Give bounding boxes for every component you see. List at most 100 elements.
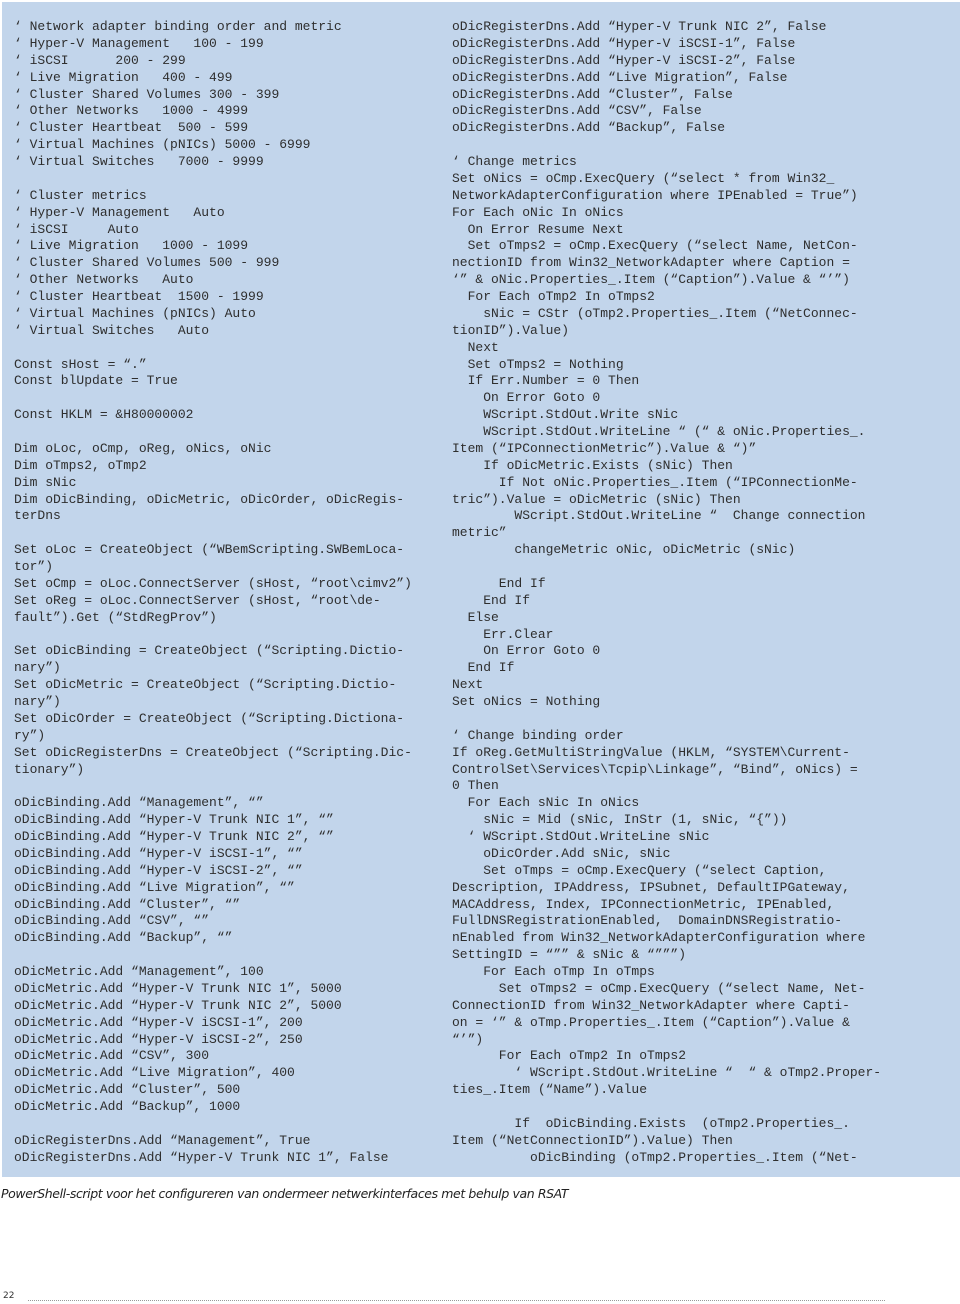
code-line: Description, IPAddress, IPSubnet, Defaul… (452, 879, 850, 895)
code-line: oDicMetric.Add “Hyper-V Trunk NIC 2”, 50… (14, 997, 342, 1013)
code-line: 0 Then (452, 778, 499, 794)
code-line: tionary”) (14, 761, 85, 777)
code-line: Next (452, 677, 484, 693)
code-line: oDicBinding.Add “Management”, “” (14, 795, 264, 811)
code-line: oDicBinding.Add “Hyper-V iSCSI-1”, “” (14, 845, 303, 861)
code-line: ‘ WScript.StdOut.WriteLine sNic (452, 829, 710, 844)
code-line: ties_.Item (“Name”).Value (452, 1082, 648, 1098)
figure-caption: PowerShell-script voor het configureren … (1, 1186, 569, 1201)
code-line: For Each oTmp2 In oTmps2 (452, 1048, 687, 1064)
code-line: oDicMetric.Add “CSV”, 300 (14, 1048, 210, 1064)
code-line: oDicMetric.Add “Backup”, 1000 (14, 1099, 241, 1114)
code-line: nary”) (14, 660, 61, 676)
code-line: oDicBinding.Add “Hyper-V iSCSI-2”, “” (14, 862, 303, 878)
code-line: Dim oLoc, oCmp, oReg, oNics, oNic (14, 440, 272, 456)
code-line: If oDicBinding.Exists (oTmp2.Properties_… (452, 1115, 850, 1131)
code-line: Const sHost = “.” (14, 356, 147, 372)
code-line: oDicRegisterDns.Add “Hyper-V iSCSI-1”, F… (452, 35, 796, 51)
code-line: ‘ Hyper-V Management Auto (14, 204, 225, 220)
code-line: Set oNics = Nothing (452, 694, 601, 709)
code-line: nectionID from Win32_NetworkAdapter wher… (452, 255, 850, 271)
code-line: oDicRegisterDns.Add “Cluster”, False (452, 86, 733, 102)
code-line: ‘ Other Networks 1000 - 4999 (14, 103, 249, 119)
code-line: ControlSet\Services\Tcpip\Linkage”, “Bin… (452, 761, 858, 777)
code-line: ‘ Hyper-V Management 100 - 199 (14, 35, 264, 51)
code-line: WScript.StdOut.Write sNic (452, 407, 679, 423)
code-line: FullDNSRegistrationEnabled, DomainDNSReg… (452, 913, 843, 929)
code-line: oDicBinding.Add “Cluster”, “” (14, 896, 241, 912)
code-line: fault”).Get (“StdRegProv”) (14, 609, 217, 625)
code-line: ‘ Cluster metrics (14, 187, 147, 203)
code-line: oDicBinding.Add “Hyper-V Trunk NIC 2”, “… (14, 829, 334, 844)
code-line: ‘ Virtual Machines (pNICs) 5000 - 6999 (14, 137, 311, 153)
code-column-left: ‘ Network adapter binding order and metr… (14, 19, 412, 1167)
code-line: oDicRegisterDns.Add “Backup”, False (452, 120, 726, 136)
code-line: oDicRegisterDns.Add “CSV”, False (452, 103, 702, 119)
code-line: Dim oDicBinding, oDicMetric, oDicOrder, … (14, 491, 405, 507)
code-line: oDicRegisterDns.Add “Hyper-V Trunk NIC 2… (452, 19, 827, 34)
code-line: ‘ Live Migration 1000 - 1099 (14, 238, 249, 254)
code-line: nEnabled from Win32_NetworkAdapterConfig… (452, 930, 866, 946)
code-line: Set oTmps2 = oCmp.ExecQuery (“select Nam… (452, 238, 858, 254)
code-line: On Error Goto 0 (452, 643, 601, 659)
code-line: ‘ iSCSI 200 - 299 (14, 52, 186, 68)
code-line: Set oDicOrder = CreateObject (“Scripting… (14, 710, 405, 726)
code-line: ‘ Live Migration 400 - 499 (14, 69, 233, 85)
code-line: Set oDicBinding = CreateObject (“Scripti… (14, 643, 405, 659)
code-line: Set oDicRegisterDns = CreateObject (“Scr… (14, 744, 412, 760)
code-line: Set oTmps = oCmp.ExecQuery (“select Capt… (452, 862, 827, 878)
code-line: oDicMetric.Add “Management”, 100 (14, 964, 264, 979)
code-line: If Not oNic.Properties_.Item (“IPConnect… (452, 474, 858, 490)
code-line: Set oNics = oCmp.ExecQuery (“select * fr… (452, 170, 835, 186)
code-line: tric”).Value = oDicMetric (sNic) Then (452, 491, 741, 507)
code-line: On Error Goto 0 (452, 390, 601, 406)
code-line: oDicBinding.Add “Backup”, “” (14, 930, 233, 946)
code-line: nary”) (14, 694, 61, 709)
code-line: Else (452, 609, 499, 625)
code-line: Set oReg = oLoc.ConnectServer (sHost, “r… (14, 592, 381, 608)
code-line: ry”) (14, 727, 46, 743)
code-line: ‘ Virtual Switches Auto (14, 322, 210, 338)
code-line: SettingID = “”” & sNic & “”””) (452, 947, 687, 963)
page-number: 22 (3, 1291, 15, 1301)
code-line: ‘ Other Networks Auto (14, 272, 194, 288)
code-line: oDicOrder.Add sNic, sNic (452, 845, 671, 861)
code-line: changeMetric oNic, oDicMetric (sNic) (452, 542, 796, 558)
code-line: oDicMetric.Add “Cluster”, 500 (14, 1082, 241, 1098)
code-line: oDicRegisterDns.Add “Live Migration”, Fa… (452, 69, 788, 85)
code-line: Next (452, 339, 499, 355)
code-line: oDicRegisterDns.Add “Hyper-V Trunk NIC 1… (14, 1149, 389, 1165)
code-line: End If (452, 575, 546, 591)
code-line: WScript.StdOut.WriteLine “ Change connec… (452, 508, 866, 524)
code-line: “’”) (452, 1031, 484, 1047)
code-line: Dim oTmps2, oTmp2 (14, 457, 147, 473)
code-line: ‘ Cluster Heartbeat 1500 - 1999 (14, 289, 264, 304)
code-line: terDns (14, 508, 61, 524)
code-line: Item (“IPConnectionMetric”).Value & “)” (452, 440, 757, 456)
code-line: Const HKLM = &H80000002 (14, 407, 194, 423)
code-line: Item (“NetConnectionID”).Value) Then (452, 1132, 733, 1148)
code-line: If oReg.GetMultiStringValue (HKLM, “SYST… (452, 744, 850, 760)
code-line: ‘” & oNic.Properties_.Item (“Caption”).V… (452, 272, 850, 288)
footer-dotted-rule (28, 1300, 885, 1301)
code-line: oDicMetric.Add “Hyper-V iSCSI-1”, 200 (14, 1014, 303, 1030)
code-column-right: oDicRegisterDns.Add “Hyper-V Trunk NIC 2… (452, 19, 881, 1167)
code-line: End If (452, 592, 531, 608)
code-line: ‘ Network adapter binding order and metr… (14, 19, 342, 34)
code-line: oDicMetric.Add “Hyper-V iSCSI-2”, 250 (14, 1031, 303, 1047)
code-line: sNic = CStr (oTmp2.Properties_.Item (“Ne… (452, 305, 858, 321)
code-line: oDicBinding.Add “Live Migration”, “” (14, 879, 295, 895)
code-line: If Err.Number = 0 Then (452, 373, 640, 389)
code-line: WScript.StdOut.WriteLine “ (“ & oNic.Pro… (452, 424, 866, 439)
code-line: ‘ Cluster Shared Volumes 500 - 999 (14, 255, 280, 271)
